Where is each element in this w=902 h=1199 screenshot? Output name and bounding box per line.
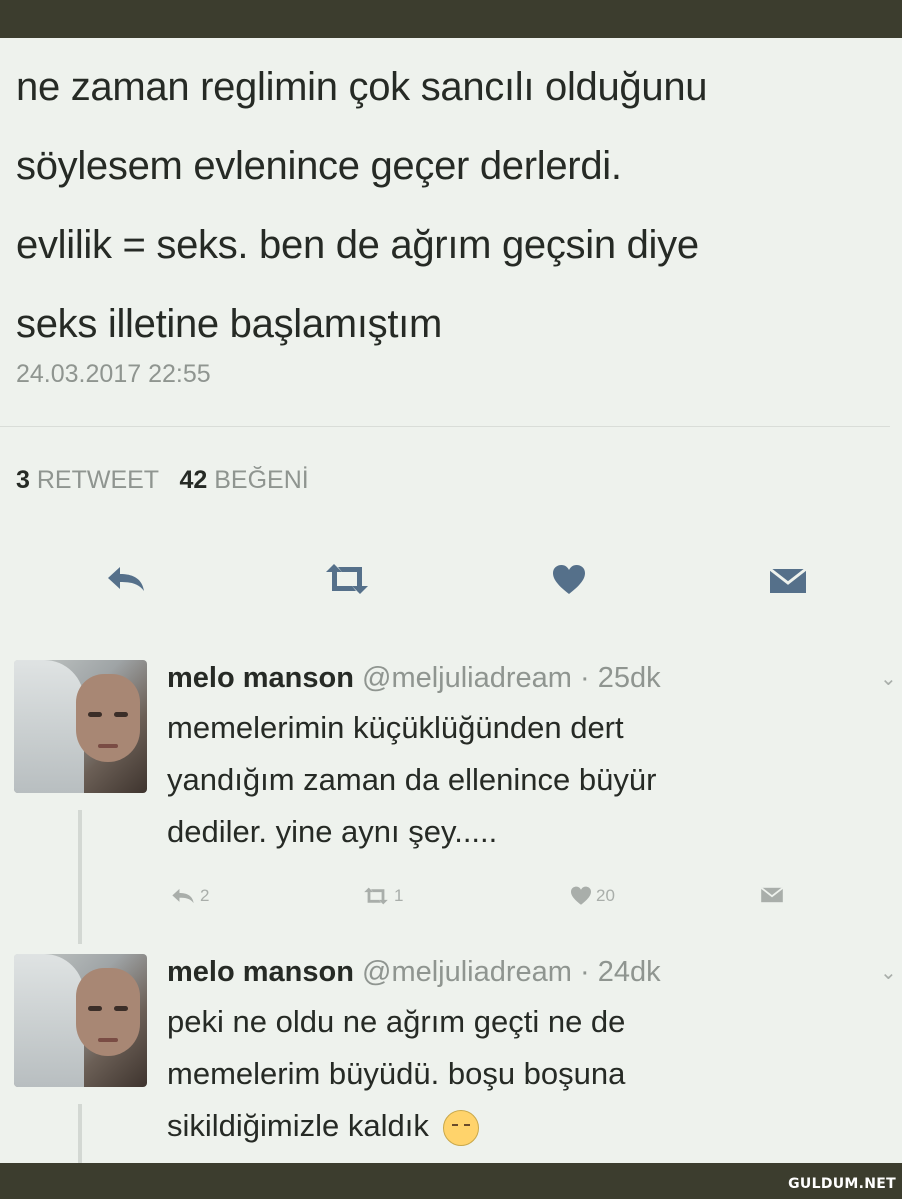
user-name[interactable]: melo manson (167, 662, 354, 694)
reply-text: peki ne oldu ne ağrım geçti ne de memele… (167, 996, 827, 1152)
tweet-stats: 3 RETWEET 42 BEĞENİ (16, 466, 309, 495)
avatar[interactable] (14, 954, 147, 1087)
reply-count: 2 (200, 886, 210, 905)
bottom-frame-bar (0, 1163, 902, 1199)
reply-icon (172, 888, 194, 904)
user-handle[interactable]: @meljuliadream (362, 662, 572, 694)
tweet-timestamp: 24.03.2017 22:55 (16, 360, 211, 388)
retweet-action[interactable]: 1 (362, 886, 403, 906)
reply-text-line: sikildiğimizle kaldık (167, 1100, 827, 1152)
avatar[interactable] (14, 660, 147, 793)
tweet-card: ne zaman reglimin çok sancılı olduğunu s… (0, 38, 902, 1163)
reply-text-line: peki ne oldu ne ağrım geçti ne de (167, 1004, 626, 1039)
chevron-down-icon[interactable]: ⌄ (880, 666, 897, 691)
tweet-text-line: evlilik = seks. ben de ağrım geçsin diye (16, 223, 699, 267)
reply-text-line-part: sikildiğimizle kaldık (167, 1108, 429, 1143)
tweet-text: ne zaman reglimin çok sancılı olduğunu s… (16, 48, 896, 364)
reply-text-line: memelerimin küçüklüğünden dert (167, 710, 624, 745)
unamused-face-emoji (443, 1109, 480, 1146)
reply-header: melo manson @meljuliadream · 25dk (167, 662, 661, 695)
like-count: 42 (179, 466, 208, 494)
divider (0, 426, 890, 427)
user-name[interactable]: melo manson (167, 956, 354, 988)
watermark: GULDUM.NET (788, 1176, 896, 1192)
reply-header: melo manson @meljuliadream · 24dk (167, 956, 661, 989)
tweet-text-line: seks illetine başlamıştım (16, 302, 442, 346)
like-label[interactable]: BEĞENİ (214, 466, 308, 494)
chevron-down-icon[interactable]: ⌄ (880, 960, 897, 985)
reply-text-line: yandığım zaman da ellenince büyür (167, 762, 657, 797)
reply-text-line: memelerim büyüdü. boşu boşuna (167, 1056, 626, 1091)
message-icon[interactable] (768, 566, 808, 596)
top-frame-bar (0, 0, 902, 38)
retweet-label[interactable]: RETWEET (37, 466, 159, 494)
tweet-text-line: ne zaman reglimin çok sancılı olduğunu (16, 65, 708, 109)
reply-icon[interactable] (104, 564, 148, 594)
thread-line (78, 1104, 82, 1163)
like-action[interactable]: 20 (570, 886, 615, 906)
heart-icon[interactable] (552, 564, 586, 596)
retweet-count: 1 (394, 886, 404, 905)
like-count: 20 (596, 886, 615, 905)
reply-time: · 24dk (580, 956, 661, 988)
reply-text: memelerimin küçüklüğünden dert yandığım … (167, 702, 827, 858)
message-action[interactable] (760, 886, 784, 904)
reply-text-line: dediler. yine aynı şey..... (167, 814, 498, 849)
message-icon (760, 887, 784, 903)
retweet-icon[interactable] (322, 562, 372, 596)
retweet-icon (364, 887, 388, 905)
user-handle[interactable]: @meljuliadream (362, 956, 572, 988)
reply-time: · 25dk (580, 662, 661, 694)
reply-action[interactable]: 2 (170, 886, 209, 906)
thread-line (78, 810, 82, 944)
heart-icon (571, 886, 591, 905)
tweet-text-line: söylesem evlenince geçer derlerdi. (16, 144, 622, 188)
retweet-count: 3 (16, 466, 30, 494)
